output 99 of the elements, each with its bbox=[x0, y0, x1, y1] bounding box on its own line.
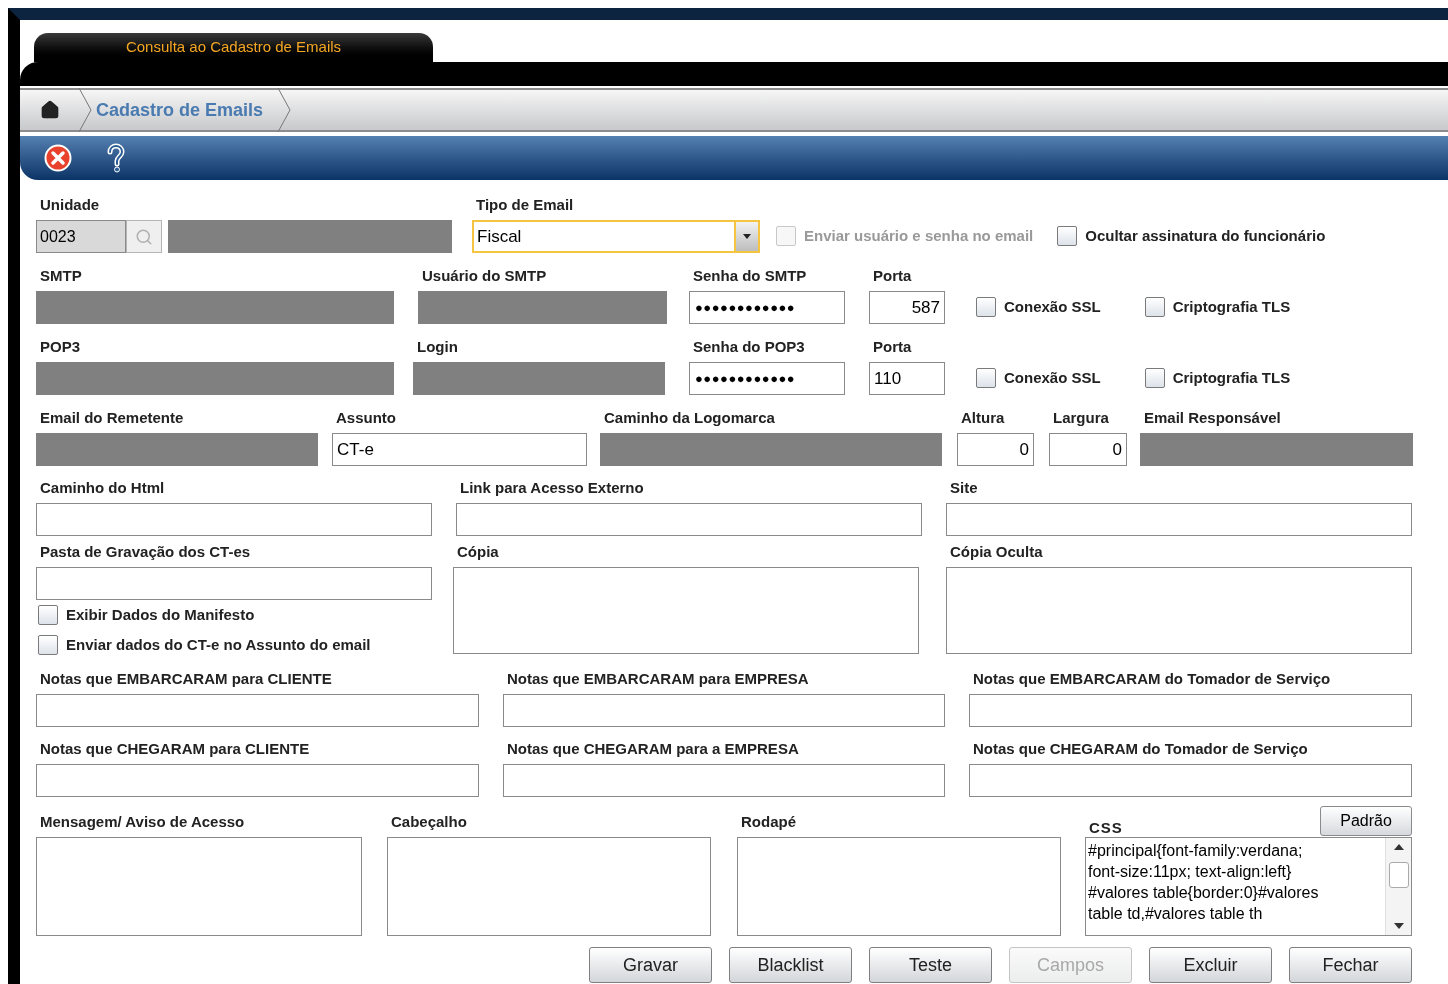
field-label: Email Responsável bbox=[1143, 410, 1282, 426]
search-button[interactable] bbox=[126, 220, 162, 253]
checkbox[interactable] bbox=[38, 634, 58, 655]
scrollbar-drawing[interactable] bbox=[1385, 838, 1411, 935]
checkbox-label: Enviar dados do CT-e no Assunto do email bbox=[66, 634, 371, 655]
text-area[interactable] bbox=[737, 837, 1061, 936]
checkbox-label: Ocultar assinatura do funcionário bbox=[1085, 225, 1326, 246]
field-label: POP3 bbox=[39, 339, 82, 355]
masked-field[interactable] bbox=[168, 220, 452, 253]
checkbox[interactable] bbox=[976, 367, 996, 388]
checkbox[interactable] bbox=[1144, 367, 1165, 388]
text-field[interactable] bbox=[36, 764, 479, 797]
masked-field[interactable] bbox=[418, 291, 667, 324]
text-field[interactable] bbox=[969, 694, 1412, 727]
masked-field[interactable] bbox=[36, 291, 394, 324]
text-field[interactable]: 110 bbox=[869, 362, 945, 395]
css-text-area[interactable]: #principal{font-family:verdana; font-size:11px; text-align:left} #valores table{border:0}#valores table td,#valores table th bbox=[1085, 837, 1412, 936]
field-label: Notas que CHEGARAM do Tomador de Serviço bbox=[972, 741, 1309, 757]
field-label: Login bbox=[416, 339, 459, 355]
action-button[interactable]: Teste bbox=[869, 947, 992, 983]
text-field[interactable] bbox=[36, 694, 479, 727]
field-label: Notas que CHEGARAM para CLIENTE bbox=[39, 741, 311, 757]
field-label: Notas que EMBARCARAM para CLIENTE bbox=[39, 671, 333, 687]
checkbox-label: Enviar usuário e senha no email bbox=[804, 225, 1034, 246]
action-button[interactable]: Excluir bbox=[1149, 947, 1272, 983]
code-field[interactable]: 0023 bbox=[36, 220, 126, 253]
checkbox-label: Exibir Dados do Manifesto bbox=[66, 605, 255, 625]
field-label: Pasta de Gravação dos CT-es bbox=[39, 544, 252, 560]
text-field[interactable]: 0 bbox=[957, 433, 1034, 466]
field-label: Caminho do Html bbox=[39, 480, 166, 496]
field-label: Altura bbox=[960, 410, 1006, 426]
field-label: Senha do SMTP bbox=[692, 268, 808, 284]
field-label: Unidade bbox=[39, 197, 101, 213]
text-field[interactable]: 587 bbox=[869, 291, 945, 324]
field-label: Notas que EMBARCARAM do Tomador de Serviço bbox=[972, 671, 1332, 687]
text-field[interactable] bbox=[36, 567, 432, 600]
text-field[interactable] bbox=[946, 503, 1412, 536]
checkbox[interactable] bbox=[1144, 296, 1165, 317]
field-label: Notas que CHEGARAM para a EMPRESA bbox=[506, 741, 800, 757]
password-field[interactable]: ●●●●●●●●●●●● bbox=[689, 291, 845, 324]
code-line: font-size:11px; text-align:left} bbox=[1088, 862, 1293, 882]
action-button[interactable]: Blacklist bbox=[729, 947, 852, 983]
text-field[interactable] bbox=[503, 764, 945, 797]
masked-field[interactable] bbox=[413, 362, 665, 395]
field-label: Assunto bbox=[335, 410, 397, 426]
checkbox-label: Conexão SSL bbox=[1004, 296, 1101, 317]
text-area[interactable] bbox=[387, 837, 711, 936]
field-label: Caminho da Logomarca bbox=[603, 410, 776, 426]
text-area[interactable] bbox=[453, 567, 919, 654]
help-icon[interactable] bbox=[106, 143, 126, 173]
checkbox[interactable] bbox=[1057, 225, 1078, 246]
chevron-icon bbox=[78, 88, 92, 132]
field-label: Cópia bbox=[456, 544, 500, 560]
search-icon bbox=[135, 227, 153, 246]
field-label: Largura bbox=[1052, 410, 1110, 426]
masked-field[interactable] bbox=[1140, 433, 1413, 466]
text-field[interactable] bbox=[456, 503, 922, 536]
masked-field[interactable] bbox=[36, 433, 318, 466]
code-line: #principal{font-family:verdana; bbox=[1088, 841, 1304, 861]
field-label: Cópia Oculta bbox=[949, 544, 1044, 560]
action-button[interactable]: Fechar bbox=[1289, 947, 1412, 983]
checkbox-label: Criptografia TLS bbox=[1172, 367, 1291, 388]
window-tab[interactable]: Consulta ao Cadastro de Emails bbox=[34, 33, 433, 62]
text-area[interactable] bbox=[36, 837, 362, 936]
text-area[interactable] bbox=[946, 567, 1412, 654]
field-label: Porta bbox=[872, 268, 913, 284]
email-type-select[interactable]: Fiscal bbox=[472, 220, 760, 253]
field-label: Cabeçalho bbox=[390, 814, 468, 830]
home-icon[interactable] bbox=[40, 100, 60, 120]
field-label: Tipo de Email bbox=[475, 197, 575, 213]
text-field[interactable] bbox=[503, 694, 945, 727]
action-button[interactable]: Gravar bbox=[589, 947, 712, 983]
field-label: Senha do POP3 bbox=[692, 339, 806, 355]
code-line: table td,#valores table th bbox=[1088, 904, 1264, 924]
close-icon[interactable] bbox=[44, 144, 72, 172]
field-label: Link para Acesso Externo bbox=[459, 480, 645, 496]
text-field[interactable]: CT-e bbox=[332, 433, 587, 466]
text-field[interactable]: 0 bbox=[1049, 433, 1127, 466]
text-field[interactable] bbox=[36, 503, 432, 536]
masked-field[interactable] bbox=[36, 362, 394, 395]
masked-field[interactable] bbox=[600, 433, 942, 466]
checkbox[interactable] bbox=[976, 296, 996, 317]
field-label: Rodapé bbox=[740, 814, 797, 830]
field-label: Porta bbox=[872, 339, 913, 355]
checkbox-label: Conexão SSL bbox=[1004, 367, 1101, 388]
password-field[interactable]: ●●●●●●●●●●●● bbox=[689, 362, 845, 395]
code-line: #valores table{border:0}#valores bbox=[1088, 883, 1320, 903]
checkbox[interactable] bbox=[38, 605, 58, 626]
field-label: Site bbox=[949, 480, 979, 496]
field-label: Email do Remetente bbox=[39, 410, 185, 426]
field-label: Notas que EMBARCARAM para EMPRESA bbox=[506, 671, 810, 687]
text-field[interactable] bbox=[969, 764, 1412, 797]
checkbox-label: Criptografia TLS bbox=[1172, 296, 1291, 317]
field-label: Usuário do SMTP bbox=[421, 268, 548, 284]
field-label: CSS bbox=[1088, 820, 1123, 836]
field-label: Mensagem/ Aviso de Acesso bbox=[39, 814, 246, 830]
chevron-icon bbox=[277, 88, 292, 132]
default-button[interactable]: Padrão bbox=[1320, 806, 1412, 836]
field-label: SMTP bbox=[39, 268, 83, 284]
